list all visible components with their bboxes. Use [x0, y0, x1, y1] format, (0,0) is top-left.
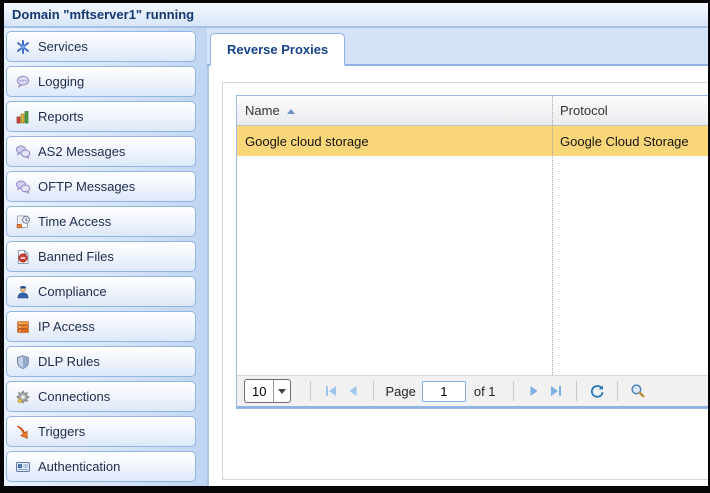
next-page-icon: [526, 383, 542, 399]
triggers-icon: [15, 424, 31, 440]
toolbar-separator: [513, 381, 514, 401]
refresh-button[interactable]: [586, 380, 608, 402]
tab-label: Reverse Proxies: [227, 42, 328, 57]
sidebar-item-label: Compliance: [38, 284, 107, 299]
tab-strip: Reverse Proxies: [207, 28, 708, 66]
table-row-selected[interactable]: Google cloud storage Google Cloud Storag…: [237, 126, 708, 156]
window-title: Domain "mftserver1" running: [12, 7, 194, 22]
as2-messages-icon: [15, 144, 31, 160]
sidebar-item-triggers[interactable]: Triggers: [6, 416, 196, 447]
toolbar-separator: [373, 381, 374, 401]
connections-icon: [15, 389, 31, 405]
sidebar-item-label: Time Access: [38, 214, 111, 229]
page-count-label: of 1: [474, 384, 496, 399]
tab-reverse-proxies[interactable]: Reverse Proxies: [210, 33, 345, 66]
page-size-dropdown-button[interactable]: [273, 380, 290, 402]
cell-name: Google cloud storage: [237, 126, 552, 156]
app-window: Domain "mftserver1" running Services Log…: [0, 0, 710, 493]
authentication-icon: [15, 459, 31, 475]
oftp-messages-icon: [15, 179, 31, 195]
paging-toolbar: 10 Page: [237, 375, 708, 408]
first-page-icon: [323, 383, 339, 399]
page-number-input[interactable]: [422, 381, 466, 402]
reverse-proxies-grid: Name Protocol Google cloud storage Googl…: [236, 95, 708, 409]
sidebar-item-compliance[interactable]: Compliance: [6, 276, 196, 307]
sidebar-item-label: Authentication: [38, 459, 120, 474]
sort-ascending-icon: [287, 109, 295, 114]
sidebar-item-ip-access[interactable]: IP Access: [6, 311, 196, 342]
toolbar-separator: [576, 381, 577, 401]
toolbar-separator: [310, 381, 311, 401]
sidebar-item-label: Services: [38, 39, 88, 54]
sidebar-item-services[interactable]: Services: [6, 31, 196, 62]
sidebar-item-label: AS2 Messages: [38, 144, 125, 159]
compliance-icon: [15, 284, 31, 300]
last-page-icon: [548, 383, 564, 399]
sidebar-item-banned-files[interactable]: Banned Files: [6, 241, 196, 272]
sidebar-item-authentication[interactable]: Authentication: [6, 451, 196, 482]
sidebar-item-label: Banned Files: [38, 249, 114, 264]
sidebar-accordion: Services Logging Reports AS2 Messages OF…: [4, 28, 207, 486]
grid-header: Name Protocol: [237, 96, 708, 126]
sidebar-item-oftp-messages[interactable]: OFTP Messages: [6, 171, 196, 202]
next-page-button[interactable]: [523, 380, 545, 402]
cell-protocol: Google Cloud Storage: [552, 126, 708, 156]
sidebar-item-label: Logging: [38, 74, 84, 89]
chevron-down-icon: [278, 389, 286, 394]
services-icon: [15, 39, 31, 55]
content-panel: Name Protocol Google cloud storage Googl…: [222, 82, 708, 480]
page-label: Page: [385, 384, 415, 399]
sidebar-item-label: DLP Rules: [38, 354, 100, 369]
first-page-button[interactable]: [320, 380, 342, 402]
sidebar-item-connections[interactable]: Connections: [6, 381, 196, 412]
window-title-bar: Domain "mftserver1" running: [4, 3, 708, 28]
last-page-button[interactable]: [545, 380, 567, 402]
search-icon: [630, 383, 646, 399]
tab-body: Name Protocol Google cloud storage Googl…: [207, 66, 708, 486]
column-header-label: Name: [245, 103, 280, 118]
sidebar-item-time-access[interactable]: Time Access: [6, 206, 196, 237]
sidebar-item-as2-messages[interactable]: AS2 Messages: [6, 136, 196, 167]
logging-icon: [15, 74, 31, 90]
banned-files-icon: [15, 249, 31, 265]
page-size-value: 10: [245, 384, 273, 399]
reports-icon: [15, 109, 31, 125]
sidebar-item-label: OFTP Messages: [38, 179, 135, 194]
toolbar-separator: [617, 381, 618, 401]
sidebar-item-dlp-rules[interactable]: DLP Rules: [6, 346, 196, 377]
grid-empty-area: [237, 156, 708, 375]
ip-access-icon: [15, 319, 31, 335]
sidebar-item-label: Reports: [38, 109, 84, 124]
main-area: Services Logging Reports AS2 Messages OF…: [4, 28, 708, 486]
dlp-rules-icon: [15, 354, 31, 370]
search-button[interactable]: [627, 380, 649, 402]
column-header-protocol[interactable]: Protocol: [552, 96, 708, 125]
sidebar-item-logging[interactable]: Logging: [6, 66, 196, 97]
column-header-label: Protocol: [560, 103, 608, 118]
sidebar-item-label: IP Access: [38, 319, 95, 334]
sidebar-item-reports[interactable]: Reports: [6, 101, 196, 132]
previous-page-icon: [345, 383, 361, 399]
column-separator: [552, 96, 553, 375]
page-size-select[interactable]: 10: [244, 379, 291, 403]
sidebar-item-label: Connections: [38, 389, 110, 404]
content-tab-panel: Reverse Proxies Name Protocol: [207, 28, 708, 486]
previous-page-button[interactable]: [342, 380, 364, 402]
sidebar-item-label: Triggers: [38, 424, 85, 439]
refresh-icon: [589, 383, 605, 399]
column-header-name[interactable]: Name: [237, 96, 552, 125]
time-access-icon: [15, 214, 31, 230]
